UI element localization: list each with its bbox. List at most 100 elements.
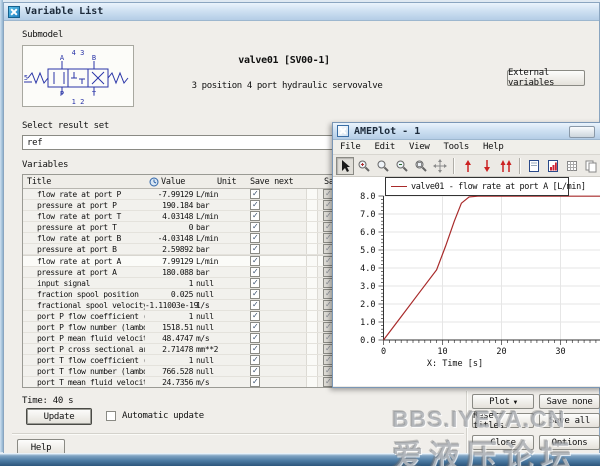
save-next-checkbox[interactable]: ✓	[250, 244, 260, 254]
variable-title: fractional spool velocity	[23, 301, 145, 310]
save-next-checkbox[interactable]: ✓	[250, 322, 260, 332]
svg-text:6.0: 6.0	[360, 228, 375, 238]
all-curves-icon[interactable]	[497, 157, 515, 175]
close-button[interactable]: Close	[472, 435, 534, 450]
variable-unit: bar	[193, 245, 243, 254]
save-next-checkbox[interactable]: ✓	[250, 300, 260, 310]
save-all-button[interactable]: Save all	[539, 413, 600, 428]
variable-title: port T flow coefficient (Cq)	[23, 356, 145, 365]
plot-legend[interactable]: valve01 - flow rate at port A [L/min]	[385, 177, 569, 196]
column-gap	[306, 233, 318, 243]
variable-title: flow rate at port B	[23, 234, 145, 243]
save-next-checkbox[interactable]: ✓	[250, 333, 260, 343]
variable-value: 1	[145, 312, 193, 321]
variable-value: 1	[145, 279, 193, 288]
save-next-checkbox[interactable]: ✓	[250, 222, 260, 232]
column-gap	[306, 211, 318, 221]
automatic-update-checkbox[interactable]	[106, 411, 116, 421]
prev-curve-icon[interactable]	[459, 157, 477, 175]
column-header-unit[interactable]: Unit	[193, 177, 243, 187]
column-gap	[306, 267, 318, 277]
variable-unit: bar	[193, 223, 243, 232]
variable-title: fraction spool position	[23, 290, 145, 299]
column-gap	[306, 222, 318, 232]
column-gap	[306, 311, 318, 321]
variable-value: 190.184	[145, 201, 193, 210]
new-page-icon[interactable]	[525, 157, 543, 175]
valve-label-top: 4 3	[72, 49, 85, 57]
variable-value: 1518.51	[145, 323, 193, 332]
valve-label-left: 5	[24, 74, 28, 82]
external-variables-button[interactable]: External variables	[507, 70, 585, 86]
submodel-name: valve01 [SV00-1]	[144, 55, 424, 66]
column-header-value[interactable]: Value	[145, 177, 193, 187]
zoom-window-icon[interactable]	[412, 157, 430, 175]
menu-tools[interactable]: Tools	[436, 142, 476, 152]
window-frame-bottom	[0, 453, 600, 466]
variable-unit: null	[193, 323, 243, 332]
save-next-checkbox[interactable]: ✓	[250, 200, 260, 210]
save-next-checkbox[interactable]: ✓	[250, 278, 260, 288]
pan-icon[interactable]	[431, 157, 449, 175]
column-gap	[306, 278, 318, 288]
save-next-checkbox[interactable]: ✓	[250, 256, 260, 266]
save-next-checkbox[interactable]: ✓	[250, 377, 260, 387]
ameplot-app-icon	[337, 125, 349, 137]
variable-list-titlebar[interactable]: Variable List	[4, 3, 599, 21]
svg-text:0.0: 0.0	[360, 336, 375, 346]
variable-value: -7.99129	[145, 190, 193, 199]
legend-line-sample	[391, 186, 407, 187]
zoom-original-icon[interactable]	[374, 157, 392, 175]
result-set-label: Select result set	[22, 121, 109, 131]
variable-value: 766.528	[145, 367, 193, 376]
save-next-checkbox[interactable]: ✓	[250, 355, 260, 365]
select-cursor-icon[interactable]	[336, 157, 354, 175]
svg-text:20: 20	[496, 347, 506, 357]
plot-dropdown-arrow: ▼	[514, 399, 517, 406]
options-button[interactable]: Options	[539, 435, 600, 450]
plot-button[interactable]: Plot▼	[472, 394, 534, 409]
menu-view[interactable]: View	[402, 142, 436, 152]
variable-value: 180.088	[145, 268, 193, 277]
save-next-checkbox[interactable]: ✓	[250, 289, 260, 299]
save-next-checkbox[interactable]: ✓	[250, 211, 260, 221]
variable-value: 24.7356	[145, 378, 193, 387]
variable-unit: L/min	[193, 257, 243, 266]
valve-label-port-t: T	[92, 90, 97, 98]
update-button[interactable]: Update	[26, 408, 92, 425]
save-next-checkbox[interactable]: ✓	[250, 366, 260, 376]
variables-label: Variables	[22, 160, 68, 170]
save-next-checkbox[interactable]: ✓	[250, 189, 260, 199]
grid-icon[interactable]	[563, 157, 581, 175]
histogram-icon[interactable]	[544, 157, 562, 175]
zoom-in-icon[interactable]	[355, 157, 373, 175]
svg-text:4.0: 4.0	[360, 264, 375, 274]
column-header-title[interactable]: Title	[23, 177, 145, 187]
menu-edit[interactable]: Edit	[367, 142, 401, 152]
variable-value: 48.4747	[145, 334, 193, 343]
chart: 0.01.02.03.04.05.06.07.08.00102030X: Tim…	[333, 177, 600, 385]
save-next-checkbox[interactable]: ✓	[250, 311, 260, 321]
ameplot-titlebar[interactable]: AMEPlot - 1	[333, 123, 600, 140]
valve-label-port-p: P	[60, 90, 64, 98]
svg-text:8.0: 8.0	[360, 192, 375, 202]
ameplot-title: AMEPlot - 1	[354, 126, 420, 137]
window-control-button[interactable]	[569, 126, 595, 138]
svg-text:3.0: 3.0	[360, 282, 375, 292]
variable-unit: null	[193, 367, 243, 376]
zoom-out-icon[interactable]	[393, 157, 411, 175]
copy-page-icon[interactable]	[582, 157, 600, 175]
variable-unit: L/min	[193, 190, 243, 199]
save-next-checkbox[interactable]: ✓	[250, 267, 260, 277]
variable-value: 2.71478	[145, 345, 193, 354]
menu-help[interactable]: Help	[476, 142, 510, 152]
next-curve-icon[interactable]	[478, 157, 496, 175]
save-next-checkbox[interactable]: ✓	[250, 233, 260, 243]
save-none-button[interactable]: Save none	[539, 394, 600, 409]
variable-list-app-icon	[8, 6, 20, 18]
menu-file[interactable]: File	[333, 142, 367, 152]
save-next-checkbox[interactable]: ✓	[250, 344, 260, 354]
plot-canvas[interactable]: valve01 - flow rate at port A [L/min] 0.…	[333, 177, 600, 386]
reset-titles-button[interactable]: Reset titles	[472, 413, 534, 428]
column-header-save-next[interactable]: Save next	[243, 177, 306, 187]
